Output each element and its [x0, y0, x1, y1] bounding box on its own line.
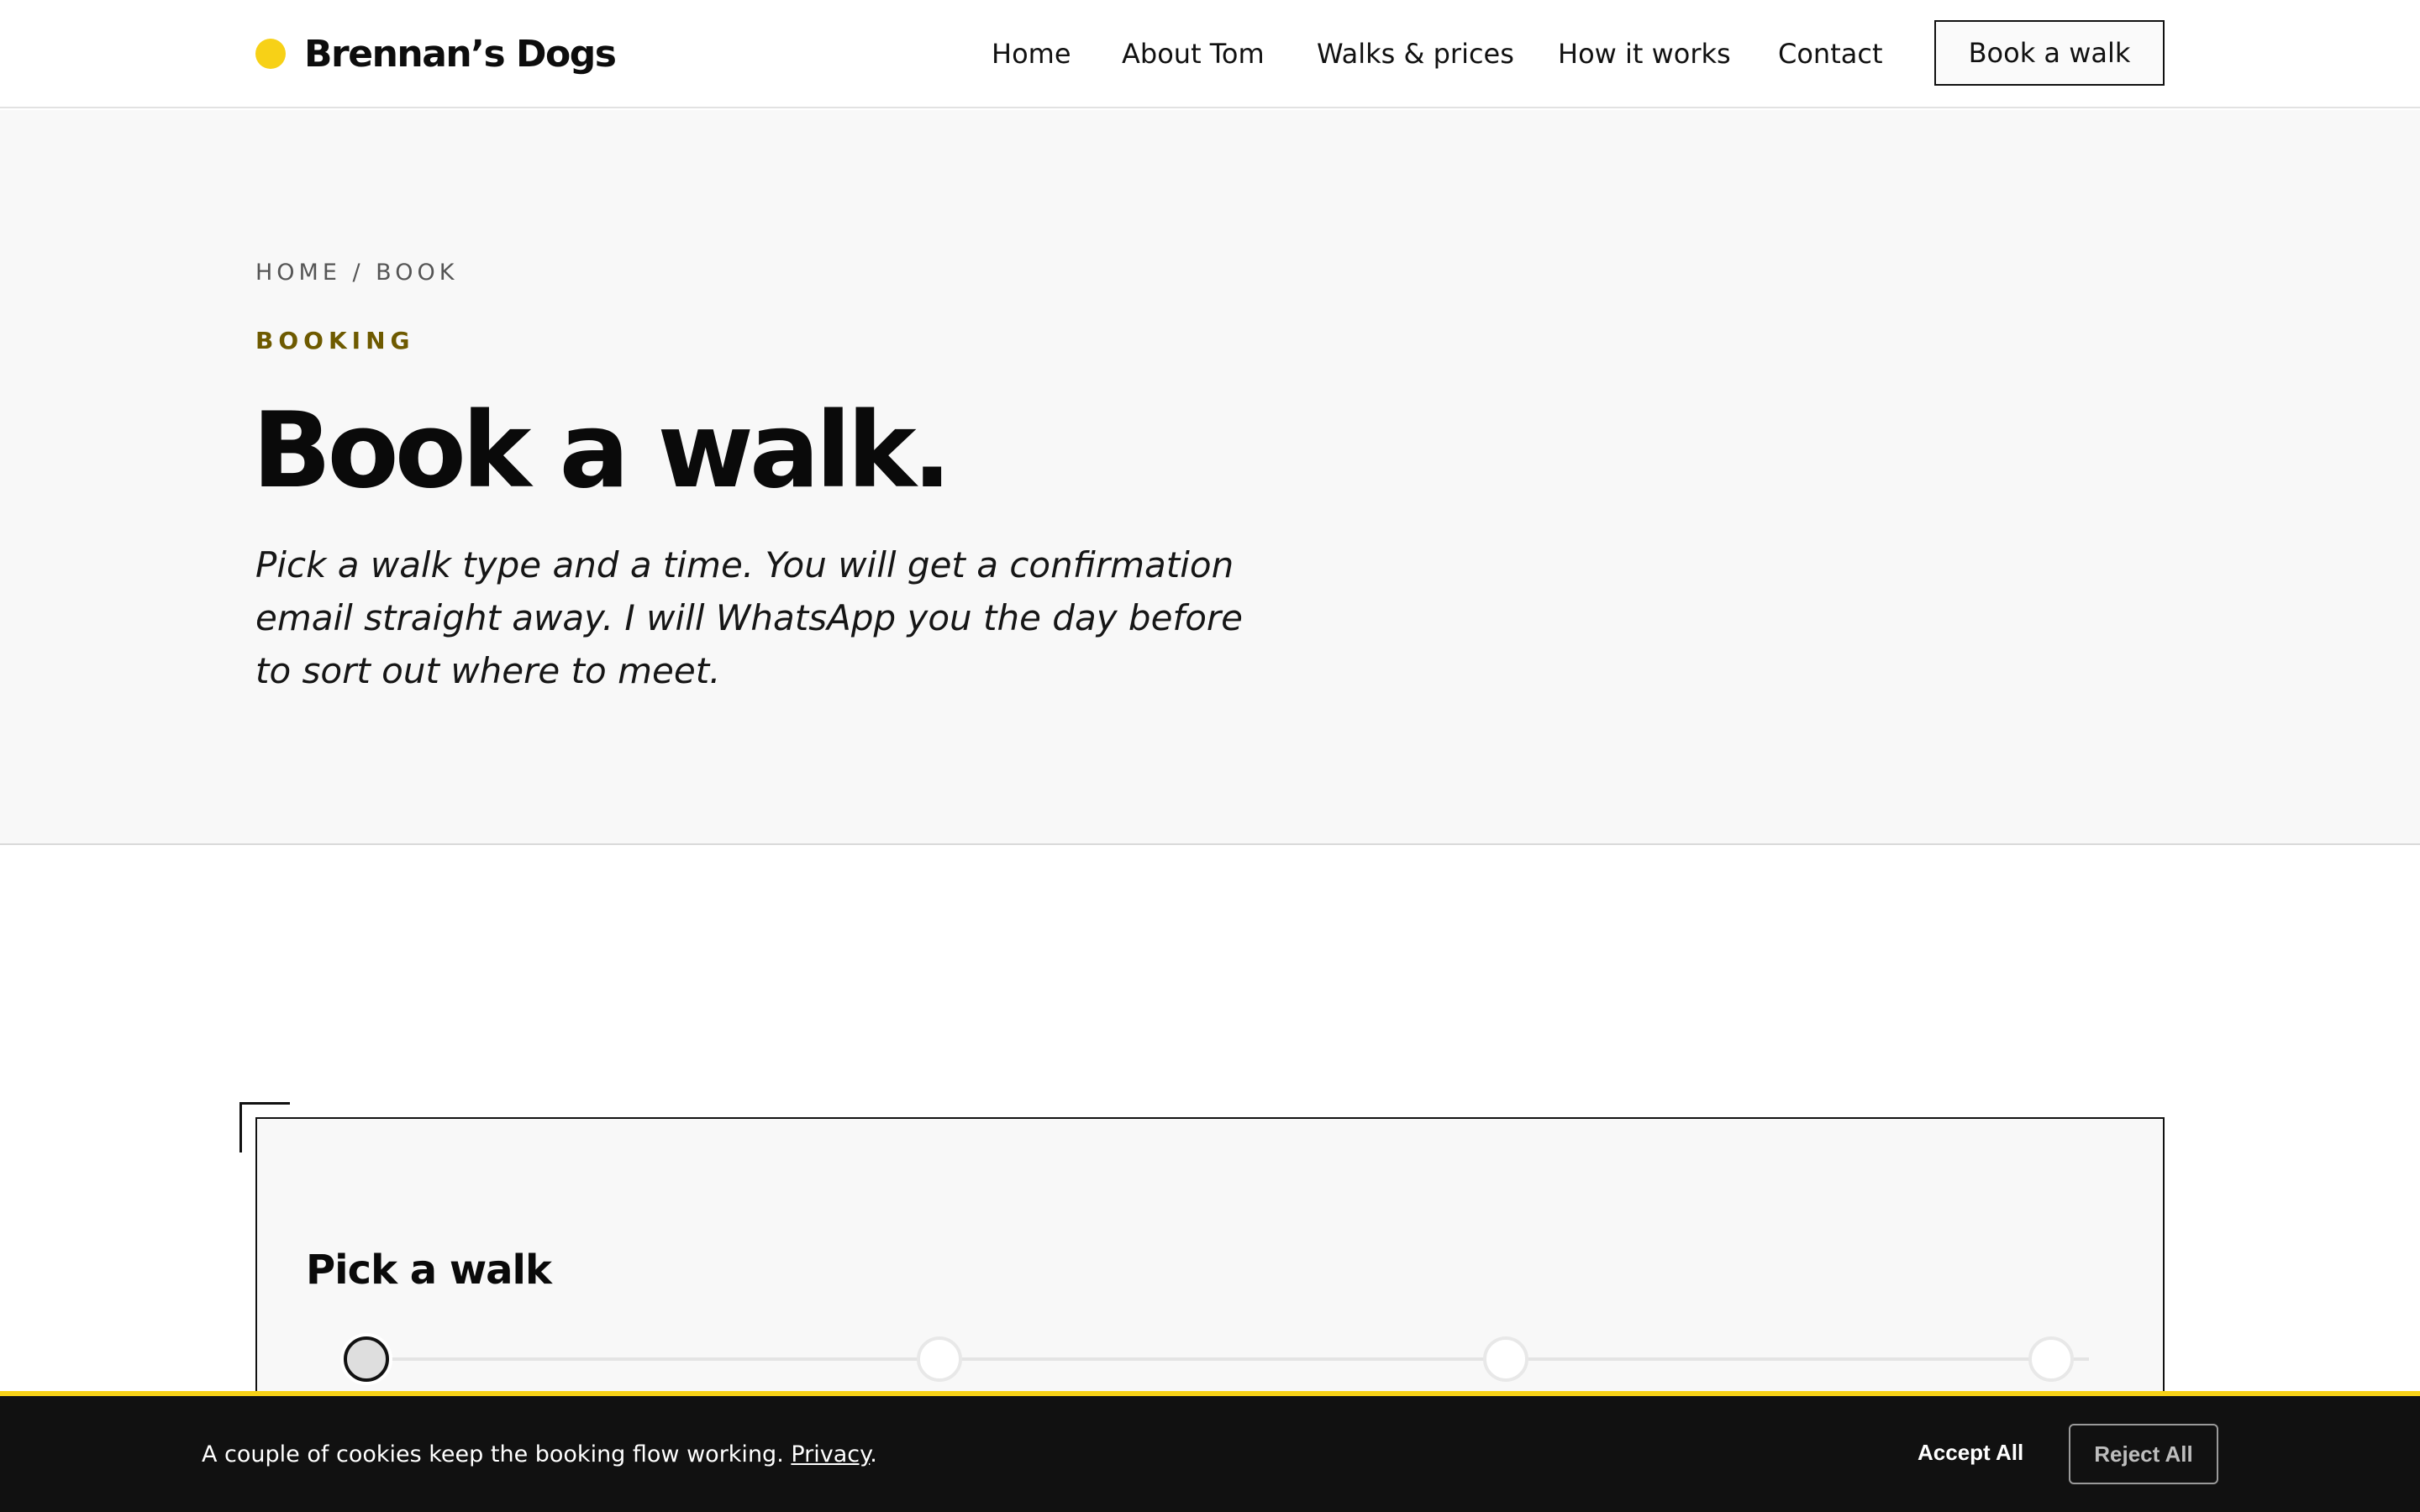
step-dot-3[interactable] [1483, 1336, 1528, 1382]
nav-item-how-it-works[interactable]: How it works [1558, 30, 1731, 77]
logo-dot-icon [255, 39, 286, 69]
page-title: Book a walk. [252, 391, 952, 512]
step-progress [257, 1333, 2166, 1383]
cookie-banner: A couple of cookies keep the booking flo… [0, 1391, 2420, 1512]
booking-step-title: Pick a walk [306, 1247, 552, 1294]
step-dot-2[interactable] [917, 1336, 962, 1382]
hero-section: HOME / BOOK BOOKING Book a walk. Pick a … [0, 110, 2420, 845]
reject-all-button[interactable]: Reject All [2069, 1424, 2218, 1484]
site-header: Brennan’s Dogs Home About Tom Walks & pr… [0, 0, 2420, 108]
page: Brennan’s Dogs Home About Tom Walks & pr… [0, 0, 2420, 1512]
brand-name: Brennan’s Dogs [304, 32, 617, 76]
nav-item-walks-prices[interactable]: Walks & prices [1317, 30, 1514, 77]
step-dot-1[interactable] [344, 1336, 389, 1382]
cookie-message-text: A couple of cookies keep the booking flo… [202, 1441, 784, 1467]
book-a-walk-button[interactable]: Book a walk [1934, 20, 2165, 86]
nav-item-home[interactable]: Home [992, 30, 1071, 77]
cookie-message: A couple of cookies keep the booking flo… [202, 1441, 877, 1467]
nav-item-about-tom[interactable]: About Tom [1122, 30, 1265, 77]
section-eyebrow: BOOKING [255, 327, 415, 354]
breadcrumb: HOME / BOOK [255, 260, 459, 286]
nav-item-contact[interactable]: Contact [1778, 30, 1883, 77]
step-progress-track [366, 1357, 2089, 1361]
accept-all-button[interactable]: Accept All [1918, 1440, 2023, 1466]
privacy-link[interactable]: Privacy [791, 1441, 870, 1467]
logo[interactable]: Brennan’s Dogs [255, 30, 617, 77]
hero-lead-text: Pick a walk type and a time. You will ge… [255, 544, 1243, 691]
step-dot-4[interactable] [2028, 1336, 2074, 1382]
cookie-message-trailing: . [870, 1441, 877, 1467]
